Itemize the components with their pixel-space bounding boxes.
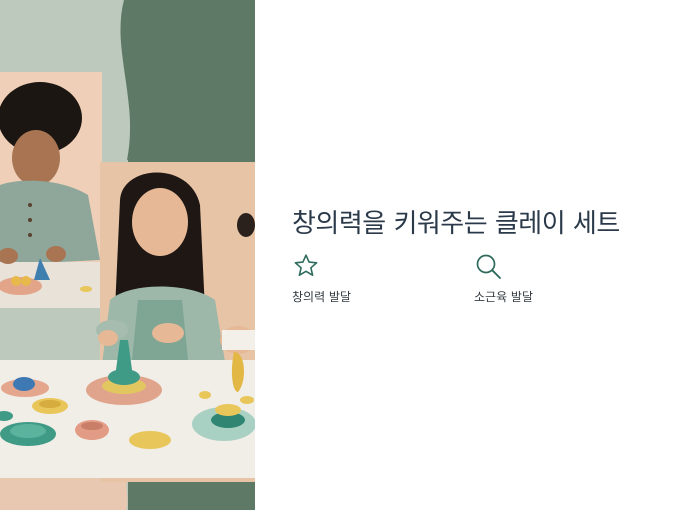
feature-label: 창의력 발달 — [292, 290, 352, 304]
slide-content: 창의력을 키워주는 클레이 세트 창의력 발달 소근육 발달 — [255, 0, 680, 510]
feature-label: 소근육 발달 — [474, 290, 534, 304]
feature-creativity: 창의력 발달 — [292, 252, 351, 305]
search-icon — [476, 254, 501, 279]
star-icon — [294, 254, 318, 276]
slide-title: 창의력을 키워주는 클레이 세트 — [292, 209, 620, 239]
hero-photo — [0, 0, 255, 510]
feature-fine-motor: 소근육 발달 — [474, 252, 533, 305]
